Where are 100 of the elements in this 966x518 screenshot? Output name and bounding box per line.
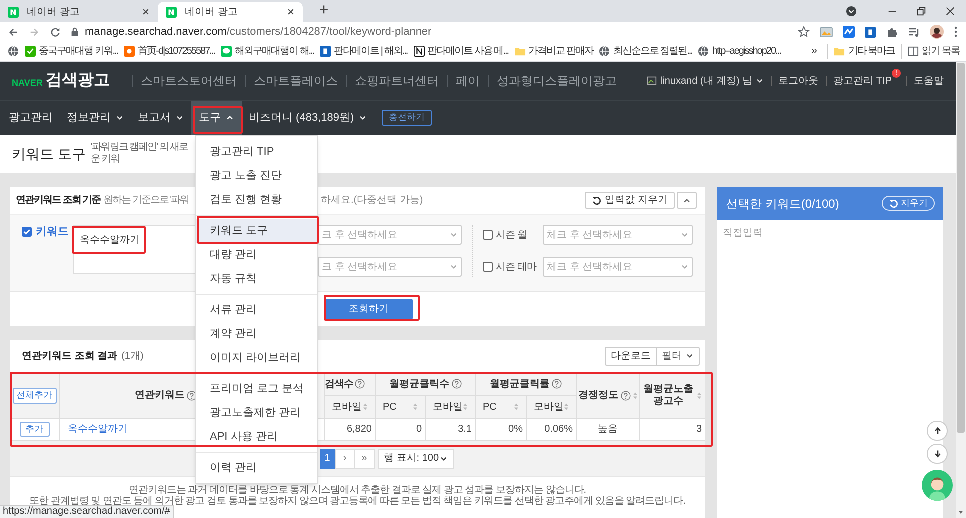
menu-item[interactable]: 검토 진행 현황	[196, 188, 317, 212]
bookmark-item[interactable]: 최신순으로 정렬된...	[599, 44, 692, 59]
menu-item[interactable]: 광고노출제한 관리	[196, 401, 317, 425]
browser-tab[interactable]: 네이버 광고	[158, 2, 303, 22]
help-icon[interactable]	[354, 379, 364, 389]
menu-item[interactable]: 이력 관리	[196, 456, 317, 480]
menu-item[interactable]: 키워드 도구	[196, 219, 317, 243]
checkbox[interactable]	[483, 262, 493, 272]
menu-item[interactable]: 광고관리 TIP	[196, 140, 317, 164]
bookmark-item[interactable]: 가격비교 판매자	[514, 44, 594, 59]
bookmark-folder[interactable]: 기타 북마크	[827, 44, 896, 59]
image-icon	[647, 76, 658, 86]
add-button[interactable]: 추가	[20, 422, 50, 437]
column-header: 연관키워드	[135, 389, 185, 403]
last-page-button[interactable]: »	[355, 448, 375, 468]
reading-list-button[interactable]: 읽기 목록	[901, 44, 960, 59]
header-link[interactable]: 페이	[456, 72, 480, 90]
bookmark-item[interactable]: 판다메이트 사용 메...	[414, 44, 509, 59]
bookmark-item[interactable]: 중국구매대행 키워...	[25, 44, 118, 59]
chevron-down-icon	[116, 114, 124, 122]
nav-tab[interactable]: 비즈머니 (483,189원)	[242, 101, 374, 135]
clear-input-button[interactable]: 입력값 지우기	[585, 192, 675, 209]
checkbox-label: 시즌 월	[496, 228, 527, 242]
favicon-icon	[25, 46, 36, 57]
chevron-down-icon	[176, 114, 184, 122]
menu-item[interactable]: 자동 규칙	[196, 267, 317, 291]
page-button[interactable]: 1	[320, 448, 335, 468]
nav-tab[interactable]: 정보관리	[60, 101, 131, 135]
checkbox[interactable]	[483, 230, 493, 240]
header-link[interactable]: 스마트스토어센터	[140, 72, 237, 90]
download-button[interactable]: 다운로드	[605, 346, 657, 366]
scrollbar[interactable]	[956, 62, 966, 518]
close-icon[interactable]	[142, 8, 150, 16]
bookmark-item[interactable]: 판다메이트 | 해외...	[320, 44, 408, 59]
annotation-frame	[193, 106, 243, 134]
chevron-down-icon	[756, 77, 764, 85]
new-tab-button[interactable]: +	[315, 2, 333, 20]
clear-button[interactable]: 지우기	[882, 196, 935, 211]
bookmark-item[interactable]	[8, 46, 19, 57]
panel-title: 선택한 키워드(0/100)	[726, 196, 840, 212]
help-link[interactable]: 도움말	[914, 74, 944, 88]
menu-item[interactable]: 계약 관리	[196, 322, 317, 346]
media-icon[interactable]	[908, 26, 920, 38]
more-icon[interactable]	[954, 26, 958, 38]
column-header: PC	[383, 400, 397, 414]
menu-item[interactable]: API 사용 관리	[196, 425, 317, 449]
help-icon[interactable]	[552, 379, 562, 389]
restore-icon[interactable]	[916, 6, 927, 16]
extension-icon[interactable]	[865, 26, 876, 38]
book-icon	[908, 46, 920, 57]
next-page-button[interactable]: ›	[335, 448, 355, 468]
back-icon[interactable]	[8, 26, 19, 38]
bookmark-item[interactable]: 首页-d|s107255587...	[124, 44, 216, 59]
nav-tab[interactable]: 광고관리	[2, 101, 60, 135]
charge-button[interactable]: 충전하기	[382, 110, 432, 126]
header-link[interactable]: 스마트플레이스	[254, 72, 338, 90]
naver-logo[interactable]: NAVER 검색광고	[12, 69, 110, 93]
collapse-button[interactable]	[677, 192, 697, 209]
browser-tab[interactable]: 네이버 광고	[0, 2, 158, 22]
close-icon[interactable]	[945, 6, 956, 16]
menu-item[interactable]: 서류 관리	[196, 298, 317, 322]
menu-item[interactable]: 대량 관리	[196, 243, 317, 267]
profile-avatar[interactable]	[930, 25, 944, 39]
close-icon[interactable]	[287, 8, 295, 16]
scroll-down-icon[interactable]	[958, 510, 964, 515]
help-icon[interactable]	[620, 390, 630, 400]
column-header: 검색수	[325, 378, 354, 392]
url-text: manage.searchad.naver.com/customers/1804287/tool/keyword-planner	[85, 24, 432, 40]
page-size-select[interactable]: 행 표시: 100	[378, 448, 454, 468]
add-all-button[interactable]: 전체추가	[12, 388, 56, 404]
image-icon[interactable]	[820, 26, 833, 38]
filter-button[interactable]: 필터	[657, 346, 700, 366]
keyword-input[interactable]: 직접입력	[717, 220, 943, 518]
bookmark-item[interactable]: http--aegisshop20...	[698, 44, 781, 59]
puzzle-icon[interactable]	[886, 26, 898, 38]
result-count: (1개)	[122, 350, 144, 364]
menu-item[interactable]: 프리미엄 로그 분석	[196, 377, 317, 401]
column-header: 경쟁정도	[578, 389, 618, 403]
bookmark-item[interactable]: 해외구매대행이 해...	[221, 44, 314, 59]
more-bookmarks-button[interactable]: »	[807, 43, 822, 60]
keyword-link[interactable]: 옥수수알까기	[68, 422, 128, 437]
search-button[interactable]: 조회하기	[325, 298, 413, 320]
logout-link[interactable]: 로그아웃	[778, 74, 819, 88]
menu-item[interactable]: 이미지 라이브러리	[196, 346, 317, 370]
chevron-down-icon	[440, 454, 448, 462]
header-link[interactable]: 성과형디스플레이광고	[496, 72, 617, 90]
chart-icon[interactable]	[843, 26, 855, 38]
tip-link[interactable]: 광고관리 TIP	[834, 74, 892, 88]
column-header: 월평균클릭수	[390, 378, 450, 392]
folder-icon	[834, 46, 846, 57]
tab-search-icon[interactable]	[846, 6, 857, 16]
reload-icon[interactable]	[50, 26, 61, 38]
nav-tab[interactable]: 보고서	[131, 101, 191, 135]
help-icon[interactable]	[452, 379, 462, 389]
account-menu[interactable]: linuxand (내 계정) 님	[647, 74, 764, 88]
header-link[interactable]: 쇼핑파트너센터	[354, 72, 439, 90]
checkbox[interactable]	[22, 227, 32, 237]
star-icon[interactable]	[798, 26, 810, 38]
menu-item[interactable]: 광고 노출 진단	[196, 164, 317, 188]
favicon-icon	[414, 46, 425, 57]
